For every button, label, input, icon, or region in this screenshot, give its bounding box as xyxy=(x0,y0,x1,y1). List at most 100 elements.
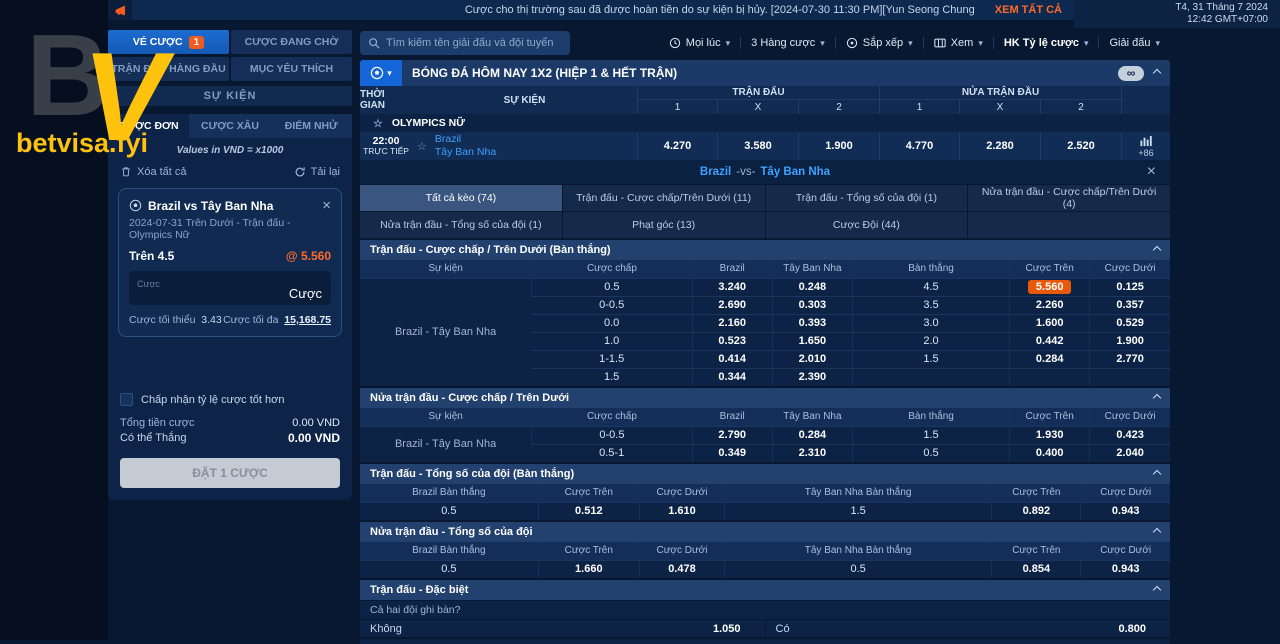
handicap-value: 0.0 xyxy=(532,314,692,332)
close-match-detail-icon[interactable]: × xyxy=(1147,164,1156,180)
bet-type-tab-parlay[interactable]: CƯỢC XÂU xyxy=(189,114,270,138)
odds-cell[interactable]: 0.284 xyxy=(772,426,852,444)
more-markets-button[interactable]: +86 xyxy=(1121,132,1170,160)
odds-cell-ft-x[interactable]: 3.580 xyxy=(717,132,798,160)
min-stake-value: 3.43 xyxy=(201,314,221,326)
odds-cell[interactable]: 0.529 xyxy=(1090,314,1170,332)
odds-cell[interactable]: 2.790 xyxy=(692,426,772,444)
option-no[interactable]: Không 1.050 xyxy=(360,620,765,637)
betslip-close-icon[interactable]: × xyxy=(322,198,331,213)
sport-selector-button[interactable]: ▾ xyxy=(360,60,402,86)
odds-cell-ft-2[interactable]: 1.900 xyxy=(798,132,879,160)
odds-cell[interactable]: 0.400 xyxy=(1010,444,1090,462)
odds-cell[interactable]: 0.943 xyxy=(1081,502,1170,520)
odds-cell[interactable]: 0.393 xyxy=(772,314,852,332)
odds-cell[interactable]: 2.770 xyxy=(1090,350,1170,368)
odds-cell[interactable]: 0.303 xyxy=(772,296,852,314)
odds-cell[interactable]: 0.349 xyxy=(692,444,772,462)
star-icon[interactable]: ☆ xyxy=(417,140,427,153)
stake-input[interactable]: Cược Cược xyxy=(129,271,331,305)
market-tab-ht-handicap[interactable]: Nửa trận đầu - Cược chấp/Trên Dưới (4) xyxy=(968,185,1170,211)
odds-cell[interactable]: 1.930 xyxy=(1010,426,1090,444)
collapse-icon[interactable] xyxy=(1153,69,1161,77)
section-header[interactable]: Nửa trận đầu - Cược chấp / Trên Dưới xyxy=(360,388,1170,408)
sidebar-button-top-matches[interactable]: TRẬN ĐẤU HÀNG ĐẦU xyxy=(108,57,229,81)
odds-cell[interactable]: 0.357 xyxy=(1090,296,1170,314)
team-home-link[interactable]: Brazil xyxy=(435,133,496,146)
odds-cell-ht-1[interactable]: 4.770 xyxy=(879,132,959,160)
filter-dropdown-odds-format[interactable]: HK Tỷ lệ cược▾ xyxy=(993,37,1099,49)
filter-dropdown-league[interactable]: Giải đấu▾ xyxy=(1098,37,1170,49)
odds-cell[interactable]: 0.442 xyxy=(1010,332,1090,350)
filter-dropdown-time[interactable]: Mọi lúc▾ xyxy=(659,37,740,49)
odds-cell[interactable]: 1.900 xyxy=(1090,332,1170,350)
bet-type-tab-teaser[interactable]: ĐIỂM NHỬ xyxy=(271,114,352,138)
chevron-down-icon: ▾ xyxy=(1084,38,1089,49)
odds-cell[interactable]: 0.512 xyxy=(538,502,639,520)
odds-cell[interactable]: 2.390 xyxy=(772,368,852,386)
filter-dropdown-sort[interactable]: Sắp xếp▾ xyxy=(835,37,923,49)
odds-cell[interactable]: 0.523 xyxy=(692,332,772,350)
odds-cell[interactable]: 2.690 xyxy=(692,296,772,314)
odds-cell[interactable]: 0.423 xyxy=(1090,426,1170,444)
odds-cell-selected[interactable]: 5.560 xyxy=(1010,278,1090,296)
place-bet-button[interactable]: ĐẶT 1 CƯỢC xyxy=(120,458,340,488)
odds-cell[interactable]: 2.010 xyxy=(772,350,852,368)
odds-cell[interactable]: 0.344 xyxy=(692,368,772,386)
clear-all-button[interactable]: Xóa tất cả xyxy=(120,165,187,178)
odds-cell[interactable]: 3.240 xyxy=(692,278,772,296)
sidebar-tab-bet-ticket[interactable]: VÉ CƯỢC 1 xyxy=(108,30,229,54)
betslip-sidebar: VÉ CƯỢC 1 CƯỢC ĐANG CHỜ TRẬN ĐẤU HÀNG ĐẦ… xyxy=(108,30,352,500)
option-yes[interactable]: Có 0.800 xyxy=(766,620,1171,637)
odds-cell[interactable]: 1.610 xyxy=(639,502,724,520)
star-icon[interactable]: ☆ xyxy=(373,117,383,130)
odds-cell[interactable]: 0.248 xyxy=(772,278,852,296)
odds-cell[interactable]: 0.125 xyxy=(1090,278,1170,296)
bar-chart-icon xyxy=(1139,135,1153,147)
market-tab-corners[interactable]: Phạt góc (13) xyxy=(563,212,765,238)
odds-cell[interactable]: 1.660 xyxy=(538,560,639,578)
odds-cell[interactable]: 2.260 xyxy=(1010,296,1090,314)
odds-cell[interactable]: 0.414 xyxy=(692,350,772,368)
market-tab-team-bets[interactable]: Cược Đội (44) xyxy=(766,212,968,238)
sidebar-tab-pending-bets[interactable]: CƯỢC ĐANG CHỜ xyxy=(231,30,352,54)
market-tab-all[interactable]: Tất cả kèo (74) xyxy=(360,185,562,211)
odds-cell[interactable]: 0.284 xyxy=(1010,350,1090,368)
market-tab-ft-handicap[interactable]: Trận đấu - Cược chấp/Trên Dưới (11) xyxy=(563,185,765,211)
reload-button[interactable]: Tải lại xyxy=(294,166,340,178)
odds-cell[interactable]: 2.310 xyxy=(772,444,852,462)
matchup-away[interactable]: Tây Ban Nha xyxy=(760,166,830,178)
odds-cell-ht-x[interactable]: 2.280 xyxy=(959,132,1040,160)
odds-cell[interactable]: 1.600 xyxy=(1010,314,1090,332)
odds-cell[interactable]: 0.892 xyxy=(992,502,1081,520)
sidebar-button-favorites[interactable]: MỤC YÊU THÍCH xyxy=(231,57,352,81)
odds-cell[interactable] xyxy=(1090,368,1170,386)
filter-dropdown-view[interactable]: Xem▾ xyxy=(923,37,993,49)
bet-type-tab-single[interactable]: CƯỢC ĐƠN xyxy=(108,114,189,138)
search-input[interactable] xyxy=(386,37,562,49)
market-tab-ht-team-total[interactable]: Nửa trận đầu - Tổng số của đội (1) xyxy=(360,212,562,238)
odds-cell[interactable]: 0.478 xyxy=(639,560,724,578)
odds-cell[interactable] xyxy=(1010,368,1090,386)
market-tab-ft-team-total[interactable]: Trận đấu - Tổng số của đội (1) xyxy=(766,185,968,211)
odds-cell[interactable]: 2.040 xyxy=(1090,444,1170,462)
odds-cell-ft-1[interactable]: 4.270 xyxy=(637,132,717,160)
infinity-badge[interactable]: ∞ xyxy=(1118,66,1144,81)
see-all-link[interactable]: XEM TẤT CẢ xyxy=(983,0,1074,20)
max-stake-value[interactable]: 15,168.75 xyxy=(284,314,331,326)
search-box[interactable] xyxy=(360,31,570,55)
section-header[interactable]: Trận đấu - Cược chấp / Trên Dưới (Bàn th… xyxy=(360,240,1170,260)
odds-cell[interactable]: 1.650 xyxy=(772,332,852,350)
odds-cell-ht-2[interactable]: 2.520 xyxy=(1040,132,1121,160)
matchup-home[interactable]: Brazil xyxy=(700,166,731,178)
accept-odds-checkbox[interactable] xyxy=(120,393,133,406)
odds-cell[interactable]: 0.854 xyxy=(992,560,1081,578)
section-header[interactable]: Trận đấu - Đặc biệt xyxy=(360,580,1170,600)
filter-dropdown-rows[interactable]: 3 Hàng cược▾ xyxy=(740,37,835,49)
odds-cell[interactable]: 0.943 xyxy=(1081,560,1170,578)
market-question: Cả hai đội ghi bàn? xyxy=(360,601,1170,619)
section-header[interactable]: Trận đấu - Tổng số của đội (Bàn thắng) xyxy=(360,464,1170,484)
section-header[interactable]: Nửa trận đầu - Tổng số của đội xyxy=(360,522,1170,542)
odds-cell[interactable]: 2.160 xyxy=(692,314,772,332)
team-away-link[interactable]: Tây Ban Nha xyxy=(435,146,496,159)
